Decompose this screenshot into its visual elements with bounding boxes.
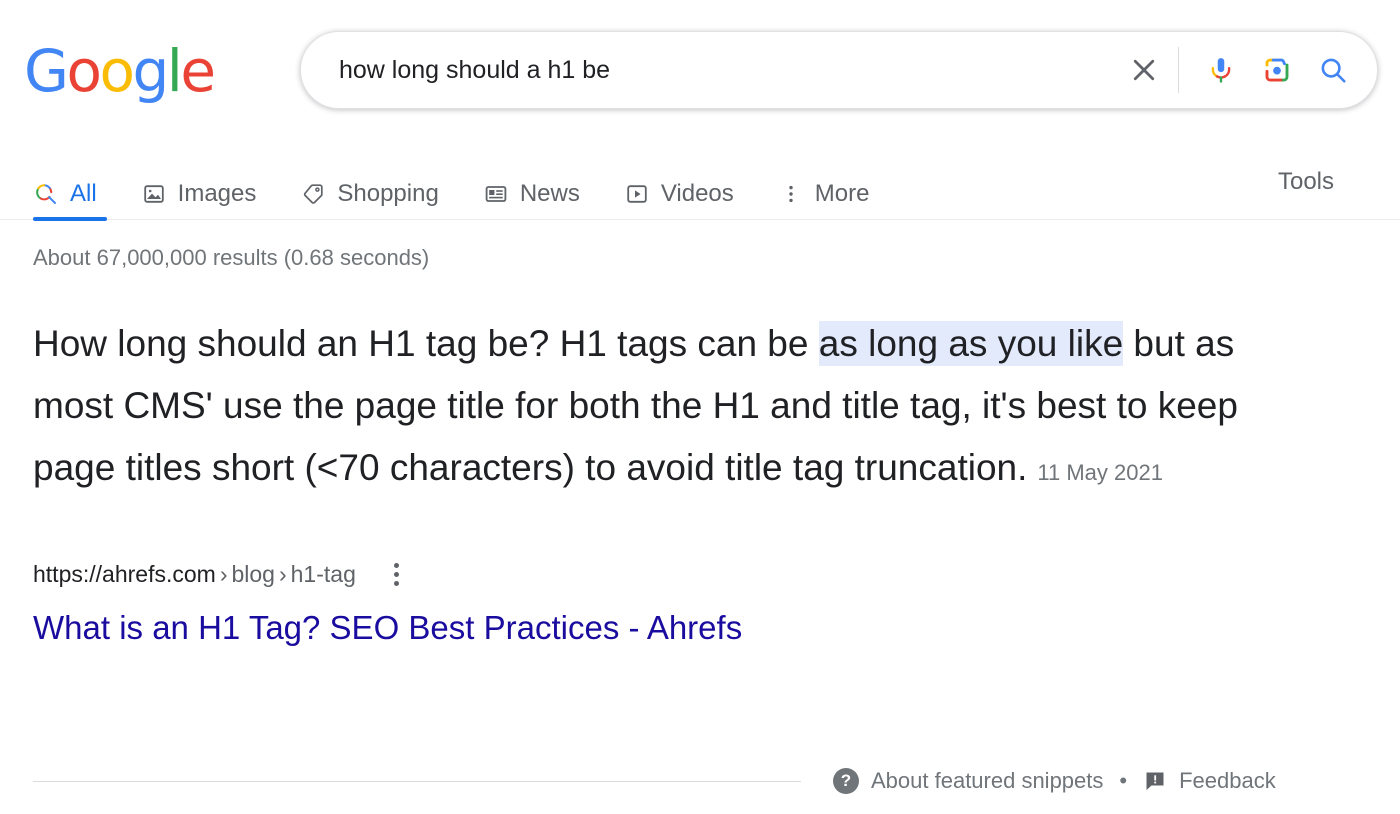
tab-all[interactable]: All [33,168,107,221]
footer-divider [33,780,801,782]
search-input[interactable] [301,55,1116,85]
logo-letter-e: e [180,37,216,105]
help-icon: ? [833,768,859,794]
footer-separator: • [1119,768,1128,793]
logo-letter-g1: G [24,37,69,105]
breadcrumb-item-h1-tag: h1-tag [290,560,356,587]
search-nav-bar: All Images Shopping News Videos More Too… [0,140,1400,221]
news-icon [483,181,509,207]
image-icon [141,181,167,207]
kebab-dot [394,571,400,577]
logo-letter-g2: g [132,37,169,105]
page-header: Google [0,0,1400,140]
result-stats: About 67,000,000 results (0.68 seconds) [33,245,430,270]
video-icon [624,181,650,207]
tab-label: All [70,180,97,207]
featured-snippet-text: How long should an H1 tag be? H1 tags ca… [33,313,1323,504]
logo-letter-o2: o [99,37,135,105]
active-tab-underline [33,217,107,221]
breadcrumb[interactable]: https://ahrefs.com › blog › h1-tag [33,561,356,588]
tag-icon [300,181,326,207]
search-box[interactable] [300,31,1378,109]
kebab-dot [394,562,400,568]
snippet-highlight: as long as you like [818,321,1124,366]
feedback-link[interactable]: Feedback [1143,768,1276,794]
search-submit-icon[interactable] [1305,42,1361,98]
breadcrumb-domain: https://ahrefs.com [33,560,216,587]
kebab-dot [394,580,400,586]
tab-images[interactable]: Images [141,168,257,220]
search-results: About 67,000,000 results (0.68 seconds) … [0,245,1400,647]
featured-snippet-footer: ? About featured snippets • Feedback [0,760,1400,802]
tab-label: Videos [660,180,734,207]
tab-label: Images [177,180,257,207]
about-featured-snippets-link[interactable]: ? About featured snippets [833,768,1103,794]
logo-letter-l: l [166,37,183,105]
tab-label: Shopping [337,180,439,207]
about-featured-snippets-label: About featured snippets [871,768,1104,793]
logo-letter-o1: o [66,37,102,105]
footer-actions: ? About featured snippets • Feedback [833,768,1276,794]
tab-videos[interactable]: Videos [624,168,734,220]
tab-label: News [519,180,580,207]
clear-search-icon[interactable] [1116,42,1172,98]
tab-news[interactable]: News [483,168,580,220]
breadcrumb-item-blog: blog [231,560,275,587]
kebab-icon [778,181,804,207]
tab-shopping[interactable]: Shopping [300,168,439,220]
tools-button[interactable]: Tools [1278,168,1334,196]
tab-more[interactable]: More [778,168,870,220]
breadcrumb-separator: › [219,560,228,587]
microphone-icon[interactable] [1193,42,1249,98]
search-icon [33,181,59,207]
snippet-text-before: How long should an H1 tag be? H1 tags ca… [33,323,819,364]
snippet-date: 11 May 2021 [1037,460,1163,485]
search-divider [1178,47,1179,93]
result-options-kebab-icon[interactable] [384,559,410,589]
breadcrumb-separator: › [278,560,287,587]
google-logo[interactable]: Google [24,37,216,105]
tab-label: More [814,180,870,207]
result-url-row: https://ahrefs.com › blog › h1-tag [33,559,1400,589]
feedback-label: Feedback [1179,768,1276,793]
google-lens-icon[interactable] [1249,42,1305,98]
result-title-link[interactable]: What is an H1 Tag? SEO Best Practices - … [33,609,742,647]
feedback-icon [1143,769,1167,793]
